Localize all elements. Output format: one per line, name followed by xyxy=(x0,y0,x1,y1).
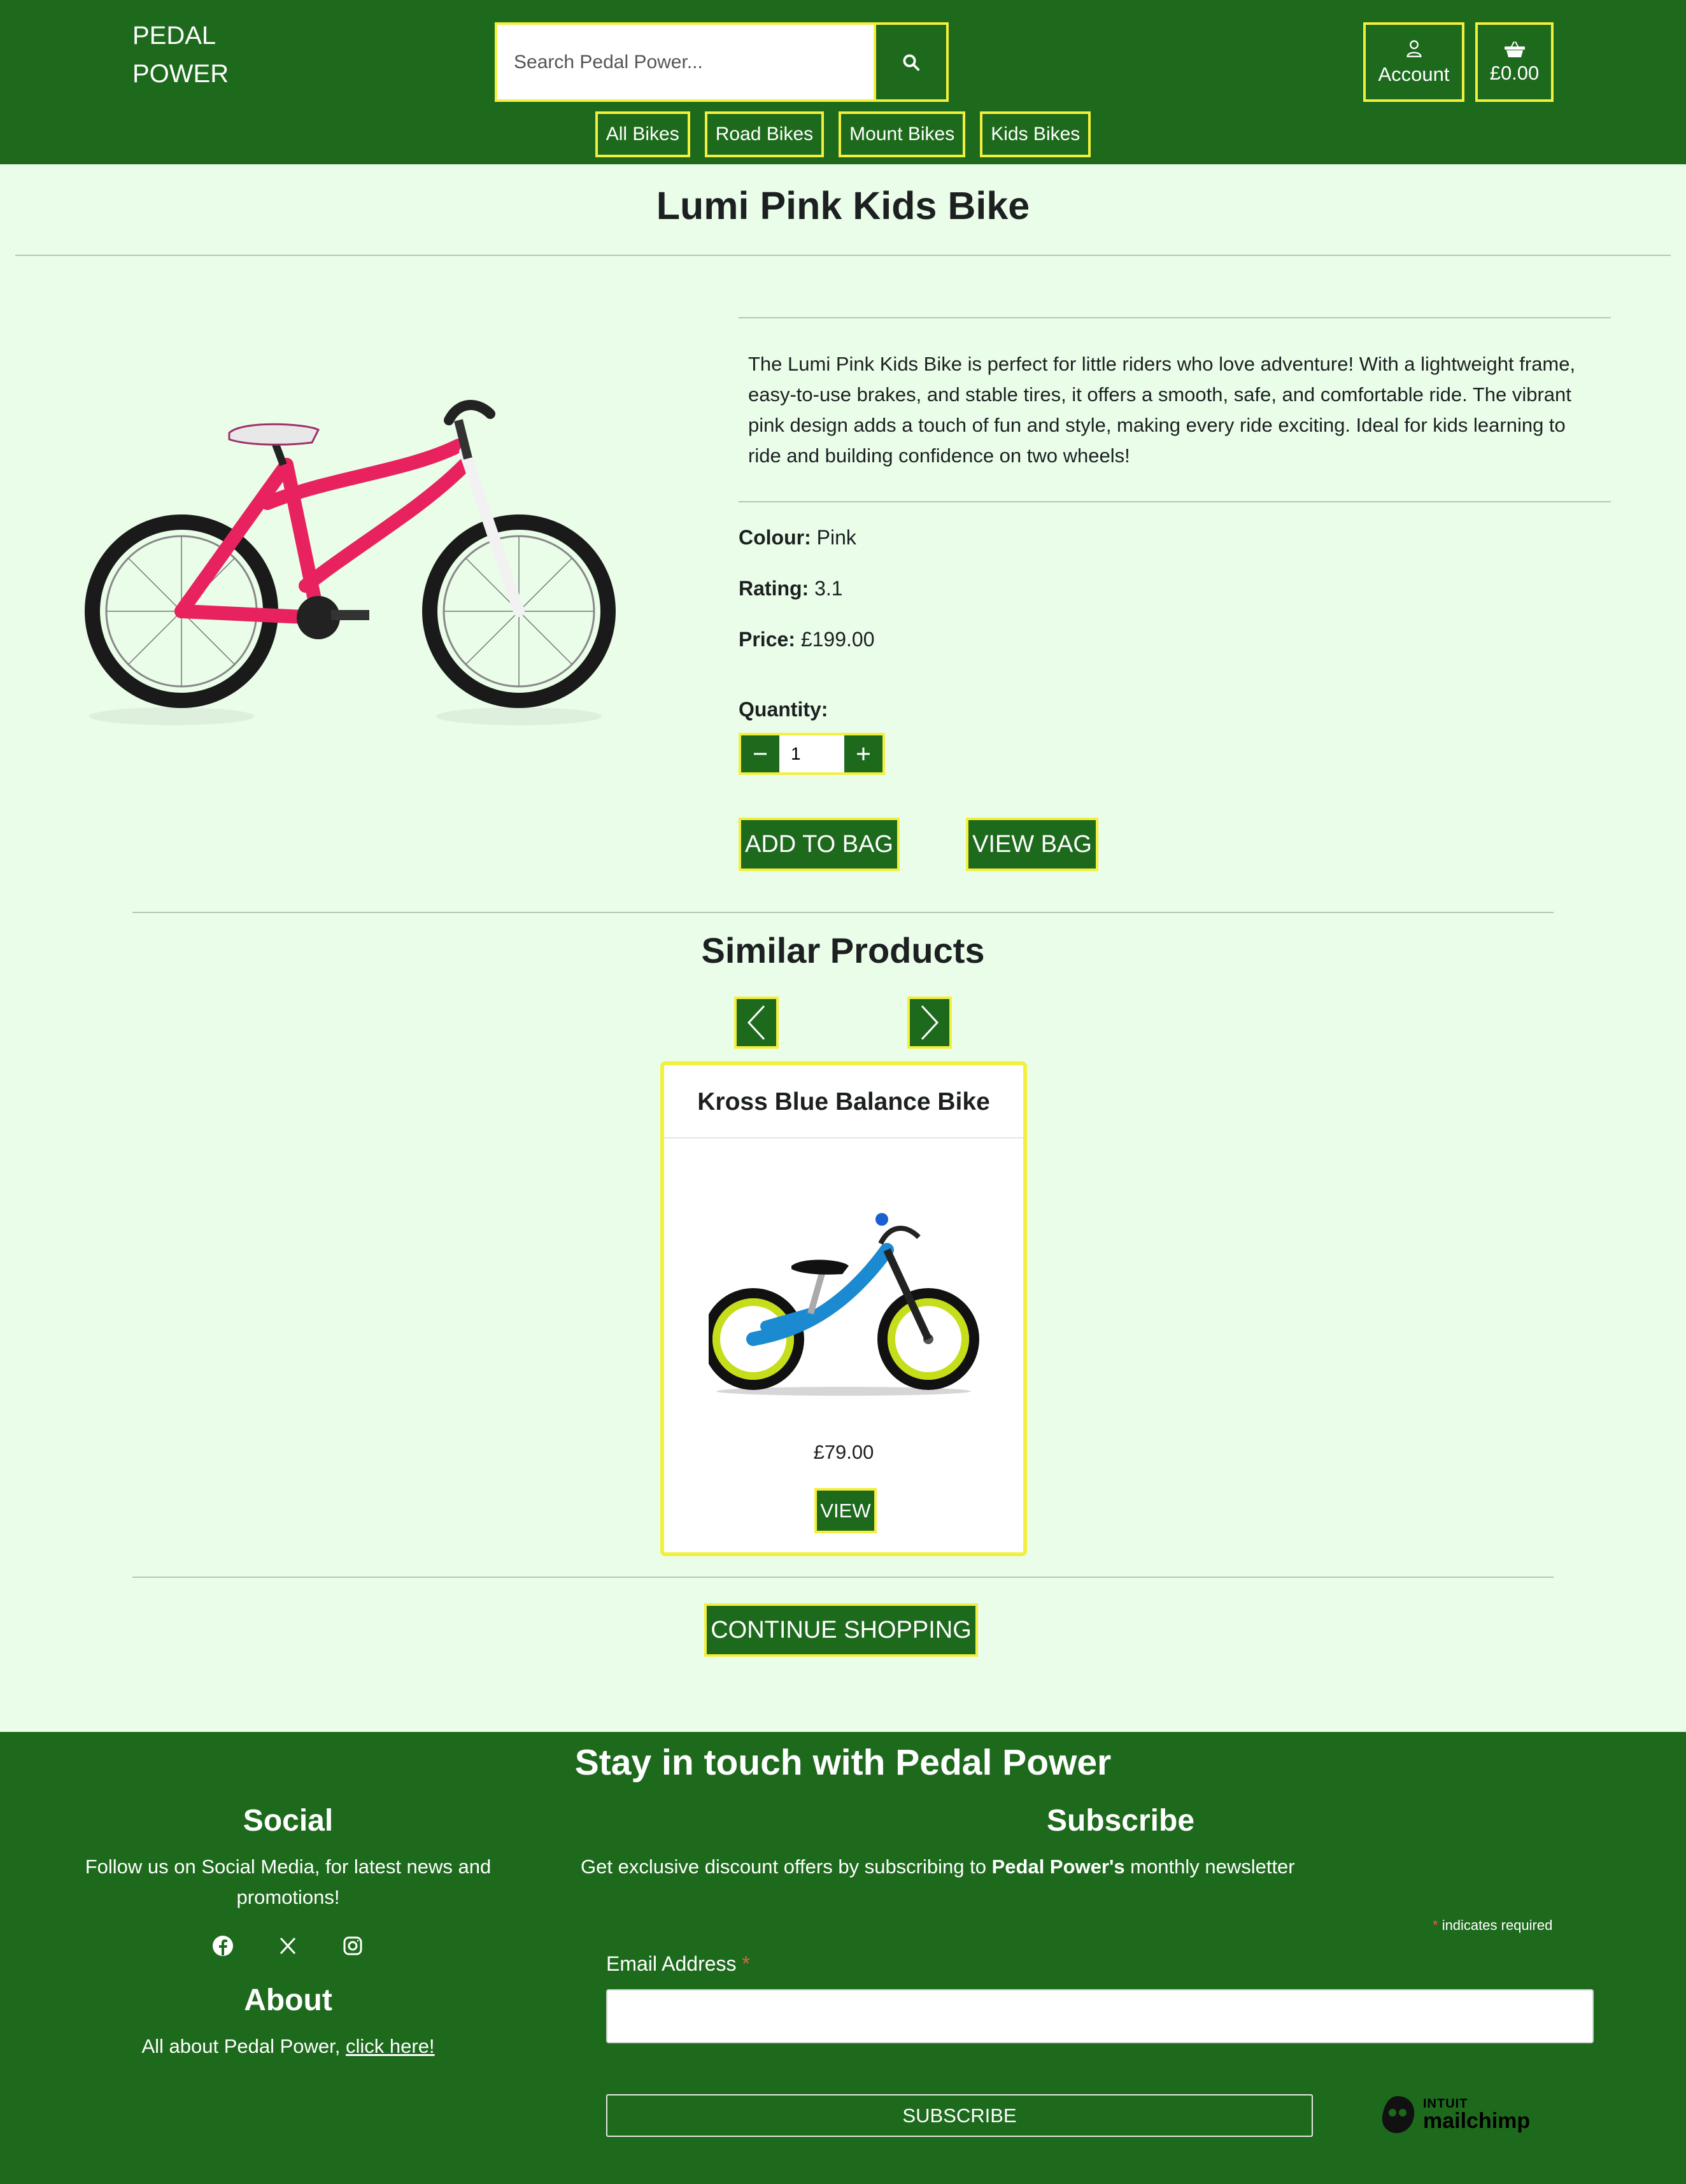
nav-all-bikes[interactable]: All Bikes xyxy=(595,111,690,157)
email-label: Email Address * xyxy=(606,1952,750,1976)
mailchimp-badge[interactable]: INTUIT mailchimp xyxy=(1377,2092,1530,2137)
description-divider-top xyxy=(739,317,1611,318)
nav-mount-bikes[interactable]: Mount Bikes xyxy=(839,111,966,157)
x-twitter-icon[interactable] xyxy=(275,1933,301,1959)
subscribe-heading: Subscribe xyxy=(1046,1804,1195,1838)
rating-label: Rating: xyxy=(739,577,809,600)
colour-label: Colour: xyxy=(739,526,811,549)
carousel-next-button[interactable] xyxy=(907,996,952,1049)
product-rating: Rating: 3.1 xyxy=(739,577,843,600)
nav-road-bikes[interactable]: Road Bikes xyxy=(704,111,825,157)
shopping-basket-icon xyxy=(1504,41,1525,57)
site-logo[interactable]: PEDAL POWER xyxy=(132,17,229,93)
search-input[interactable] xyxy=(497,25,874,99)
shopping-bag-button[interactable]: £0.00 xyxy=(1475,22,1554,102)
search-form xyxy=(495,22,949,102)
search-button[interactable] xyxy=(874,25,946,99)
required-note-text: indicates required xyxy=(1442,1917,1553,1933)
required-note: * indicates required xyxy=(1433,1917,1552,1934)
product-title: Lumi Pink Kids Bike xyxy=(656,184,1030,227)
title-divider xyxy=(15,255,1671,256)
product-card-title: Kross Blue Balance Bike xyxy=(664,1065,1023,1138)
mailchimp-logo-icon xyxy=(1382,2096,1415,2133)
description-divider-bottom xyxy=(739,501,1611,502)
colour-value: Pink xyxy=(816,526,856,549)
similar-divider xyxy=(132,912,1554,913)
bag-total: £0.00 xyxy=(1489,61,1540,84)
logo-line-2: POWER xyxy=(132,60,229,88)
subscribe-brand: Pedal Power's xyxy=(991,1855,1125,1878)
chevron-left-icon xyxy=(747,1005,765,1040)
about-heading: About xyxy=(244,1983,332,2017)
product-card-image xyxy=(702,1205,979,1400)
rating-value: 3.1 xyxy=(814,577,843,600)
subscribe-button[interactable]: SUBSCRIBE xyxy=(606,2094,1313,2137)
required-asterisk: * xyxy=(1433,1917,1438,1933)
nav-kids-bikes[interactable]: Kids Bikes xyxy=(980,111,1091,157)
product-card: Kross Blue Balance Bike £79.00 VIEW xyxy=(660,1061,1027,1556)
subscribe-text-start: Get exclusive discount offers by subscri… xyxy=(581,1855,992,1878)
product-colour: Colour: Pink xyxy=(739,526,856,550)
about-text: All about Pedal Power, click here! xyxy=(57,2031,519,2062)
product-image xyxy=(76,376,637,748)
product-card-price: £79.00 xyxy=(813,1441,874,1463)
about-link[interactable]: click here! xyxy=(346,2035,435,2057)
intuit-text: INTUIT xyxy=(1423,2097,1468,2111)
user-icon xyxy=(1406,39,1422,57)
chevron-right-icon xyxy=(921,1005,939,1040)
add-to-bag-button[interactable]: ADD TO BAG xyxy=(739,818,900,871)
continue-shopping-button[interactable]: CONTINUE SHOPPING xyxy=(704,1603,978,1657)
account-button[interactable]: Account xyxy=(1363,22,1464,102)
main-nav: All Bikes Road Bikes Mount Bikes Kids Bi… xyxy=(0,111,1686,157)
email-required-asterisk: * xyxy=(742,1952,750,1975)
minus-icon xyxy=(754,753,767,755)
footer-heading: Stay in touch with Pedal Power xyxy=(574,1742,1112,1783)
social-links xyxy=(210,1933,365,1959)
quantity-label: Quantity: xyxy=(739,698,828,721)
subscribe-text: Get exclusive discount offers by subscri… xyxy=(581,1852,1650,1882)
price-label: Price: xyxy=(739,628,795,651)
decrement-button[interactable] xyxy=(741,735,779,772)
social-text: Follow us on Social Media, for latest ne… xyxy=(85,1855,492,1908)
subscribe-text-end: monthly newsletter xyxy=(1124,1855,1295,1878)
search-icon xyxy=(903,54,920,71)
about-text-label: All about Pedal Power, xyxy=(141,2035,346,2057)
view-bag-button[interactable]: VIEW BAG xyxy=(966,818,1098,871)
product-price: Price: £199.00 xyxy=(739,628,875,651)
similar-products-title: Similar Products xyxy=(701,930,985,970)
social-heading: Social xyxy=(243,1804,334,1838)
instagram-icon[interactable] xyxy=(340,1933,365,1959)
logo-line-1: PEDAL xyxy=(132,22,216,50)
mailchimp-text: mailchimp xyxy=(1423,2109,1531,2133)
carousel-prev-button[interactable] xyxy=(734,996,779,1049)
plus-icon xyxy=(857,748,870,760)
email-field[interactable] xyxy=(606,1989,1594,2043)
account-label: Account xyxy=(1378,62,1450,85)
email-label-text: Email Address xyxy=(606,1952,737,1975)
quantity-input[interactable] xyxy=(779,735,844,772)
quantity-stepper xyxy=(739,733,885,775)
product-card-view-button[interactable]: VIEW xyxy=(814,1488,877,1533)
price-value: £199.00 xyxy=(800,628,875,651)
mailchimp-wordmark: INTUIT mailchimp xyxy=(1423,2097,1530,2132)
site-header: PEDAL POWER Account £0.00 All Bikes Road… xyxy=(0,0,1686,164)
product-description: The Lumi Pink Kids Bike is perfect for l… xyxy=(748,353,1576,467)
facebook-icon[interactable] xyxy=(210,1933,236,1959)
increment-button[interactable] xyxy=(844,735,882,772)
continue-divider xyxy=(132,1577,1554,1578)
